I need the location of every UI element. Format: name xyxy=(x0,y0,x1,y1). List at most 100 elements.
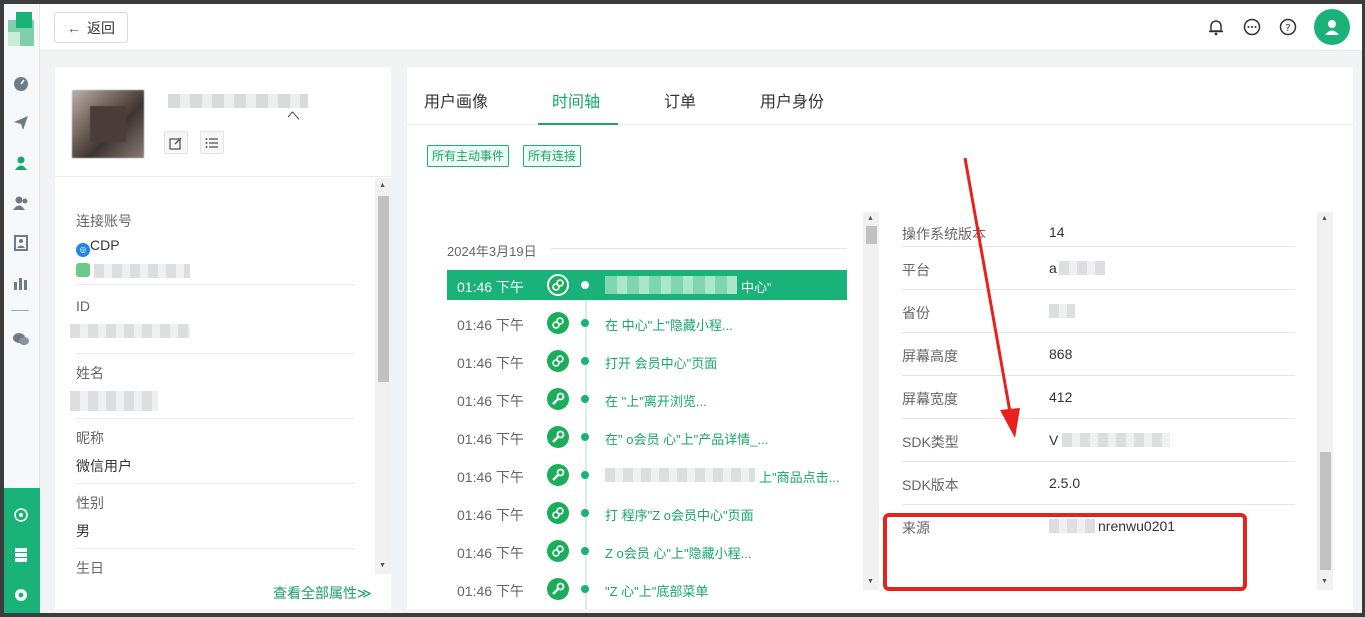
bar-chart-icon[interactable] xyxy=(10,272,32,294)
list-button[interactable] xyxy=(200,131,224,154)
event-dot xyxy=(581,281,589,289)
timeline-event[interactable]: 01:46 下午 在 "上"离开浏览... xyxy=(447,384,847,414)
attribute-connected-account: 连接账号 ◎ CDP xyxy=(76,211,354,285)
attribute-gender: 性别 男 xyxy=(76,493,354,549)
timeline-event[interactable]: 01:46 下午 在" o会员 心"上"产品详情_... xyxy=(447,422,847,452)
detail-value: a xyxy=(1049,260,1057,276)
scrollbar-thumb[interactable] xyxy=(1320,452,1331,570)
detail-key: 操作系统版本 xyxy=(902,226,986,242)
platform-redacted xyxy=(1059,261,1105,275)
event-time: 01:46 下午 xyxy=(457,507,524,523)
event-text-redacted xyxy=(605,276,737,294)
detail-row-platform: 平台 a xyxy=(902,247,1295,290)
filter-all-active-events[interactable]: 所有主动事件 xyxy=(427,145,510,167)
left-rail xyxy=(4,4,40,613)
timeline-event[interactable]: 01:46 下午 上"商品点击... xyxy=(447,460,847,490)
event-time: 01:46 下午 xyxy=(457,431,524,447)
detail-key: SDK版本 xyxy=(902,477,959,493)
event-dot xyxy=(581,319,589,327)
attribute-label: 连接账号 xyxy=(76,213,132,229)
dashboard-icon[interactable] xyxy=(10,72,32,94)
scrollbar-thumb[interactable] xyxy=(866,226,877,244)
help-icon[interactable]: ? xyxy=(1278,17,1298,37)
profile-scrollbar[interactable]: ▲ ▼ xyxy=(375,178,391,574)
attribute-label: 姓名 xyxy=(76,365,104,381)
miniprogram-icon xyxy=(547,502,569,524)
attribute-nickname: 昵称 微信用户 xyxy=(76,428,354,484)
database-icon[interactable] xyxy=(11,545,31,565)
sdk-type-redacted xyxy=(1062,433,1170,447)
list-icon xyxy=(205,137,218,148)
profile-header: へ xyxy=(55,67,391,177)
chat-icon[interactable] xyxy=(1242,17,1262,37)
event-text-redacted xyxy=(605,468,755,482)
timeline-event[interactable]: 01:46 下午 打 程序"Z o会员中心"页面 xyxy=(447,498,847,528)
tab-orders[interactable]: 订单 xyxy=(664,88,696,112)
scroll-down-icon[interactable]: ▼ xyxy=(379,562,386,569)
wechat-account-redacted xyxy=(94,263,191,278)
attribute-value xyxy=(70,391,354,411)
bell-icon[interactable] xyxy=(1206,17,1226,37)
timeline-event[interactable]: 01:46 下午 Z o会员 心"上"隐藏小程... xyxy=(447,536,847,566)
miniprogram-icon xyxy=(547,540,569,562)
attribute-value: 男 xyxy=(76,523,90,539)
timeline-event[interactable]: 01:46 下午 "Z 心"上"底部菜单 xyxy=(447,574,847,604)
attribute-value xyxy=(70,322,354,339)
edit-button[interactable] xyxy=(164,131,188,154)
attribute-label: 性别 xyxy=(76,495,104,511)
event-text: 中心" xyxy=(741,280,772,295)
detail-key: 屏幕高度 xyxy=(902,348,958,364)
wrench-icon xyxy=(547,426,569,448)
wechat-icon[interactable] xyxy=(10,328,32,350)
network-icon[interactable] xyxy=(11,505,31,525)
details-scrollbar[interactable]: ▲ ▼ xyxy=(1317,212,1333,590)
event-dot xyxy=(581,585,589,593)
scrollbar-thumb[interactable] xyxy=(378,196,389,382)
users-icon[interactable] xyxy=(10,192,32,214)
attribute-id: ID xyxy=(70,298,354,354)
event-dot xyxy=(581,357,589,365)
scroll-down-icon[interactable]: ▼ xyxy=(867,578,874,585)
detail-value: V xyxy=(1049,432,1059,448)
miniprogram-icon xyxy=(547,312,569,334)
detail-key: 平台 xyxy=(902,262,930,278)
detail-row-screen-width: 屏幕宽度 412 xyxy=(902,376,1295,419)
detail-key: 省份 xyxy=(902,305,930,321)
cdp-icon: ◎ xyxy=(76,243,90,257)
timeline-event[interactable]: 01:46 下午 在 中心"上"隐藏小程... xyxy=(447,308,847,338)
contact-card-icon[interactable] xyxy=(10,232,32,254)
detail-value: 412 xyxy=(1049,389,1073,405)
back-button-label: 返回 xyxy=(87,19,115,36)
filter-all-connections[interactable]: 所有连接 xyxy=(523,145,582,167)
svg-text:?: ? xyxy=(1285,23,1290,34)
event-time: 01:46 下午 xyxy=(457,279,524,295)
id-redacted xyxy=(70,324,190,339)
view-all-attributes-link[interactable]: 查看全部属性≫ xyxy=(273,583,372,603)
send-icon[interactable] xyxy=(10,112,32,134)
user-avatar-icon[interactable] xyxy=(1314,9,1350,45)
back-button[interactable]: ← 返回 xyxy=(54,12,128,43)
tab-user-portrait[interactable]: 用户画像 xyxy=(424,88,488,112)
scroll-up-icon[interactable]: ▲ xyxy=(867,215,874,222)
event-time: 01:46 下午 xyxy=(457,545,524,561)
tab-bar: 用户画像 时间轴 订单 用户身份 xyxy=(407,67,1353,125)
tab-timeline[interactable]: 时间轴 xyxy=(552,88,600,112)
wrench-icon xyxy=(547,464,569,486)
rail-bottom-group xyxy=(4,488,40,613)
scroll-down-icon[interactable]: ▼ xyxy=(1321,578,1328,585)
annotation-highlight-box xyxy=(883,513,1247,591)
timeline-scrollbar[interactable]: ▲ ▼ xyxy=(863,212,879,590)
event-text: 在 "上"离开浏览... xyxy=(605,394,707,409)
tab-user-identity[interactable]: 用户身份 xyxy=(760,88,824,112)
timeline-event[interactable]: 01:46 下午 打开 会员中心"页面 xyxy=(447,346,847,376)
attribute-label: 昵称 xyxy=(76,430,104,446)
settings-icon[interactable] xyxy=(11,585,31,605)
wrench-icon xyxy=(547,388,569,410)
timeline-event[interactable]: 01:46 下午 中心" xyxy=(447,270,847,300)
scroll-up-icon[interactable]: ▲ xyxy=(1321,215,1328,222)
attribute-value: 微信用户 xyxy=(76,458,132,474)
active-tab-indicator xyxy=(538,123,618,125)
scroll-up-icon[interactable]: ▲ xyxy=(379,182,386,189)
user-icon[interactable] xyxy=(10,152,32,174)
event-time: 01:46 下午 xyxy=(457,469,524,485)
